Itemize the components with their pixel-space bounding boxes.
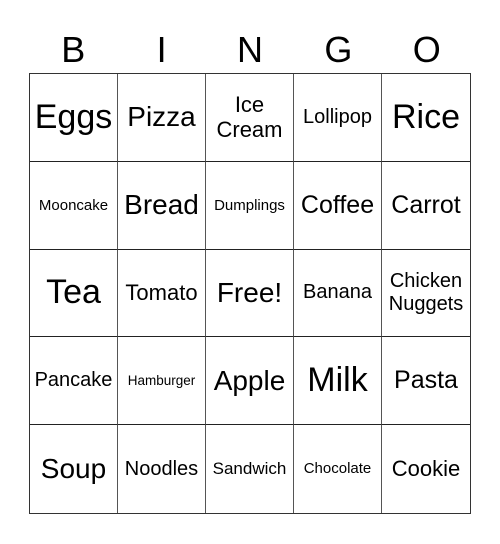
cell-label: Chocolate xyxy=(303,460,372,478)
bingo-cell[interactable]: Cookie xyxy=(382,425,470,513)
bingo-cell[interactable]: Pizza xyxy=(118,74,206,162)
bingo-cell[interactable]: Mooncake xyxy=(30,161,118,250)
cell-label: Apple xyxy=(213,364,286,396)
header-letter-g: G xyxy=(324,29,353,70)
cell-label: Tea xyxy=(46,273,101,312)
bingo-cell[interactable]: Tomato xyxy=(118,249,206,338)
cell-label: Eggs xyxy=(34,97,113,136)
bingo-grid: Eggs Pizza Ice Cream Lollipop Rice Mooncake Br… xyxy=(29,73,471,514)
bingo-cell[interactable]: Tea xyxy=(30,249,118,338)
bingo-header: B I N G O xyxy=(29,28,471,72)
cell-label: Free! xyxy=(216,276,283,308)
bingo-cell[interactable]: Hamburger xyxy=(118,337,206,426)
cell-label: Soup xyxy=(40,453,107,484)
header-letter-o: O xyxy=(412,29,441,70)
bingo-cell[interactable]: Sandwich xyxy=(206,425,294,513)
header-letter-n: N xyxy=(236,29,263,70)
cell-label: Lollipop xyxy=(303,105,372,128)
cell-label: Banana xyxy=(303,281,372,304)
header-letter-i: I xyxy=(156,29,167,70)
cell-label: Tomato xyxy=(125,280,198,306)
bingo-cell[interactable]: Chicken Nuggets xyxy=(382,250,470,338)
bingo-cell[interactable]: Pancake xyxy=(30,337,118,426)
bingo-cell[interactable]: Rice xyxy=(382,74,470,162)
cell-label: Cookie xyxy=(391,456,461,482)
bingo-cell[interactable]: Soup xyxy=(30,425,118,513)
bingo-cell[interactable]: Coffee xyxy=(294,161,382,250)
cell-label: Hamburger xyxy=(127,373,196,389)
bingo-cell[interactable]: Dumplings xyxy=(206,161,294,250)
cell-label: Milk xyxy=(307,361,368,400)
bingo-cell[interactable]: Bread xyxy=(118,161,206,250)
cell-label: Carrot xyxy=(391,190,461,219)
cell-label: Mooncake xyxy=(38,196,109,214)
cell-label: Bread xyxy=(124,189,199,221)
bingo-cell[interactable]: Eggs xyxy=(30,74,118,162)
cell-label: Ice Cream xyxy=(216,92,283,143)
cell-label: Sandwich xyxy=(212,459,287,479)
cell-label: Pasta xyxy=(394,366,458,395)
bingo-cell[interactable]: Carrot xyxy=(382,162,470,250)
bingo-cell[interactable]: Noodles xyxy=(118,425,206,513)
cell-label: Dumplings xyxy=(214,196,285,214)
free-space-cell[interactable]: Free! xyxy=(206,249,294,338)
bingo-cell[interactable]: Ice Cream xyxy=(206,74,294,162)
bingo-cell[interactable]: Apple xyxy=(206,337,294,426)
cell-label: Rice xyxy=(391,97,461,136)
header-letter-b: B xyxy=(61,29,86,70)
cell-label: Pancake xyxy=(34,369,113,392)
cell-label: Pizza xyxy=(127,101,196,133)
cell-label: Noodles xyxy=(124,457,199,480)
bingo-cell[interactable]: Chocolate xyxy=(294,425,382,513)
bingo-cell[interactable]: Milk xyxy=(294,337,382,426)
cell-label: Chicken Nuggets xyxy=(388,269,464,315)
bingo-cell[interactable]: Banana xyxy=(294,249,382,338)
bingo-cell[interactable]: Lollipop xyxy=(294,74,382,162)
cell-label: Coffee xyxy=(300,190,375,219)
bingo-cell[interactable]: Pasta xyxy=(382,337,470,426)
